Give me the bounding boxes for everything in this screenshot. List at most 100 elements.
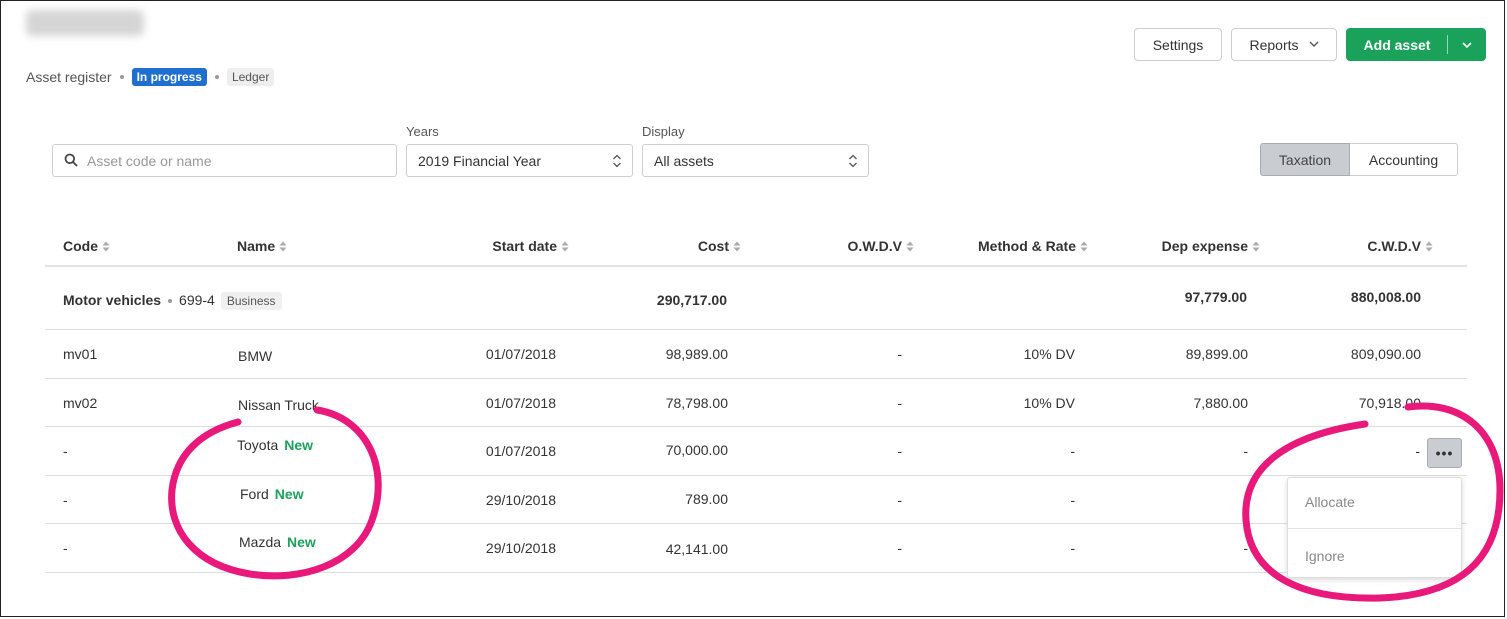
cell-start-date: 01/07/2018 <box>485 443 556 459</box>
sort-icon <box>733 241 741 252</box>
cell-start-date: 01/07/2018 <box>485 395 556 411</box>
column-header-start-date[interactable]: Start date <box>469 238 569 254</box>
column-header-cost[interactable]: Cost <box>641 238 741 254</box>
add-asset-button[interactable]: Add asset <box>1346 28 1486 61</box>
group-label: Motor vehicles 699-4 Business <box>63 292 282 310</box>
cell-name: Toyota New <box>237 437 313 453</box>
group-cwdv: 880,008.00 <box>1350 289 1421 305</box>
cell-dep-expense: - <box>1243 443 1248 459</box>
reports-button-label: Reports <box>1249 36 1299 53</box>
cell-start-date: 29/10/2018 <box>485 540 556 556</box>
status-badge: In progress <box>131 68 207 86</box>
column-header-cwdv[interactable]: C.W.D.V <box>1333 238 1433 254</box>
new-badge: New <box>274 486 304 502</box>
asset-name: Mazda <box>239 534 282 550</box>
cell-method-rate: 10% DV <box>1023 395 1075 411</box>
sort-icon <box>906 241 914 252</box>
column-header-owdv[interactable]: O.W.D.V <box>814 238 914 254</box>
cell-owdv: - <box>897 443 902 459</box>
asset-name: BMW <box>238 348 273 364</box>
column-header-code[interactable]: Code <box>63 238 110 254</box>
asset-name: Nissan Truck <box>238 397 319 413</box>
display-select-value: All assets <box>654 152 714 169</box>
business-badge: Business <box>220 292 282 310</box>
group-separator <box>168 299 173 304</box>
settings-button[interactable]: Settings <box>1134 28 1222 61</box>
column-header-name[interactable]: Name <box>237 238 287 254</box>
settings-button-label: Settings <box>1152 36 1204 53</box>
menu-item-ignore[interactable]: Ignore <box>1305 548 1345 564</box>
table-header-divider <box>45 265 1467 267</box>
column-header-label: Cost <box>697 238 729 254</box>
search-icon <box>64 153 78 172</box>
cell-method-rate: - <box>1070 492 1075 508</box>
cell-cost: 70,000.00 <box>665 442 728 458</box>
row-divider <box>45 523 1467 524</box>
row-more-actions-button[interactable]: ••• <box>1427 438 1462 468</box>
cell-cwdv: 809,090.00 <box>1350 346 1421 362</box>
cell-cwdv: - <box>1415 443 1420 459</box>
display-select[interactable]: All assets <box>642 144 869 177</box>
row-divider <box>45 572 1467 573</box>
cell-code: mv01 <box>63 346 98 362</box>
column-header-label: O.W.D.V <box>847 238 902 254</box>
new-badge: New <box>287 534 316 550</box>
cell-cost: 789.00 <box>685 491 728 507</box>
cell-code: - <box>63 443 68 459</box>
cell-cost: 42,141.00 <box>665 541 728 557</box>
sort-icon <box>1425 241 1433 252</box>
asset-name: Ford <box>240 486 269 502</box>
cell-cost: 98,989.00 <box>665 346 728 362</box>
cell-method-rate: - <box>1070 443 1075 459</box>
cell-start-date: 29/10/2018 <box>485 492 556 508</box>
column-header-label: Name <box>237 238 276 254</box>
sort-icon <box>1080 241 1088 252</box>
group-cost: 290,717.00 <box>656 292 727 308</box>
sort-icon <box>561 241 569 252</box>
breadcrumb-asset-register[interactable]: Asset register <box>26 69 112 85</box>
column-header-label: Method & Rate <box>978 238 1076 254</box>
column-header-label: Start date <box>492 238 557 254</box>
cell-name: Nissan Truck <box>238 397 319 413</box>
cell-owdv: - <box>897 346 902 362</box>
row-divider <box>45 426 1467 427</box>
breadcrumb-separator <box>119 75 124 79</box>
sort-icon <box>1252 241 1260 252</box>
taxation-toggle[interactable]: Taxation <box>1260 143 1350 176</box>
cell-dep-expense: 89,899.00 <box>1185 346 1248 362</box>
search-field[interactable] <box>52 144 397 177</box>
years-select[interactable]: 2019 Financial Year <box>406 144 633 177</box>
chevron-down-icon <box>1309 39 1319 50</box>
cell-method-rate: 10% DV <box>1023 346 1075 362</box>
group-code: 699-4 <box>179 292 215 308</box>
cell-name: Mazda New <box>239 534 316 550</box>
cell-name: Ford New <box>240 486 304 502</box>
menu-item-allocate[interactable]: Allocate <box>1305 494 1355 510</box>
add-asset-label: Add asset <box>1363 36 1431 53</box>
breadcrumb: Asset register In progress Ledger <box>26 68 275 86</box>
cell-code: mv02 <box>63 395 98 411</box>
column-header-label: Dep expense <box>1161 238 1248 254</box>
row-actions-menu: Allocate Ignore <box>1287 477 1462 578</box>
search-input[interactable] <box>87 146 387 175</box>
cell-cost: 78,798.00 <box>665 395 728 411</box>
cell-code: - <box>63 540 68 556</box>
row-divider <box>45 378 1467 379</box>
view-toggle: Taxation Accounting <box>1260 143 1458 176</box>
column-header-label: C.W.D.V <box>1367 238 1421 254</box>
sort-icon <box>279 241 287 252</box>
cell-cwdv: 70,918.00 <box>1358 395 1421 411</box>
add-asset-dropdown-chevron-icon[interactable] <box>1448 39 1485 51</box>
years-select-value: 2019 Financial Year <box>418 152 541 169</box>
cell-owdv: - <box>897 492 902 508</box>
display-label: Display <box>642 124 685 139</box>
accounting-toggle[interactable]: Accounting <box>1350 143 1458 176</box>
column-header-dep-expense[interactable]: Dep expense <box>1120 238 1260 254</box>
column-header-method-rate[interactable]: Method & Rate <box>948 238 1088 254</box>
years-label: Years <box>406 124 439 139</box>
cell-dep-expense: 7,880.00 <box>1193 395 1249 411</box>
reports-button[interactable]: Reports <box>1231 28 1337 61</box>
row-divider <box>45 329 1467 330</box>
new-badge: New <box>284 437 314 453</box>
blurred-page-title <box>26 10 144 36</box>
